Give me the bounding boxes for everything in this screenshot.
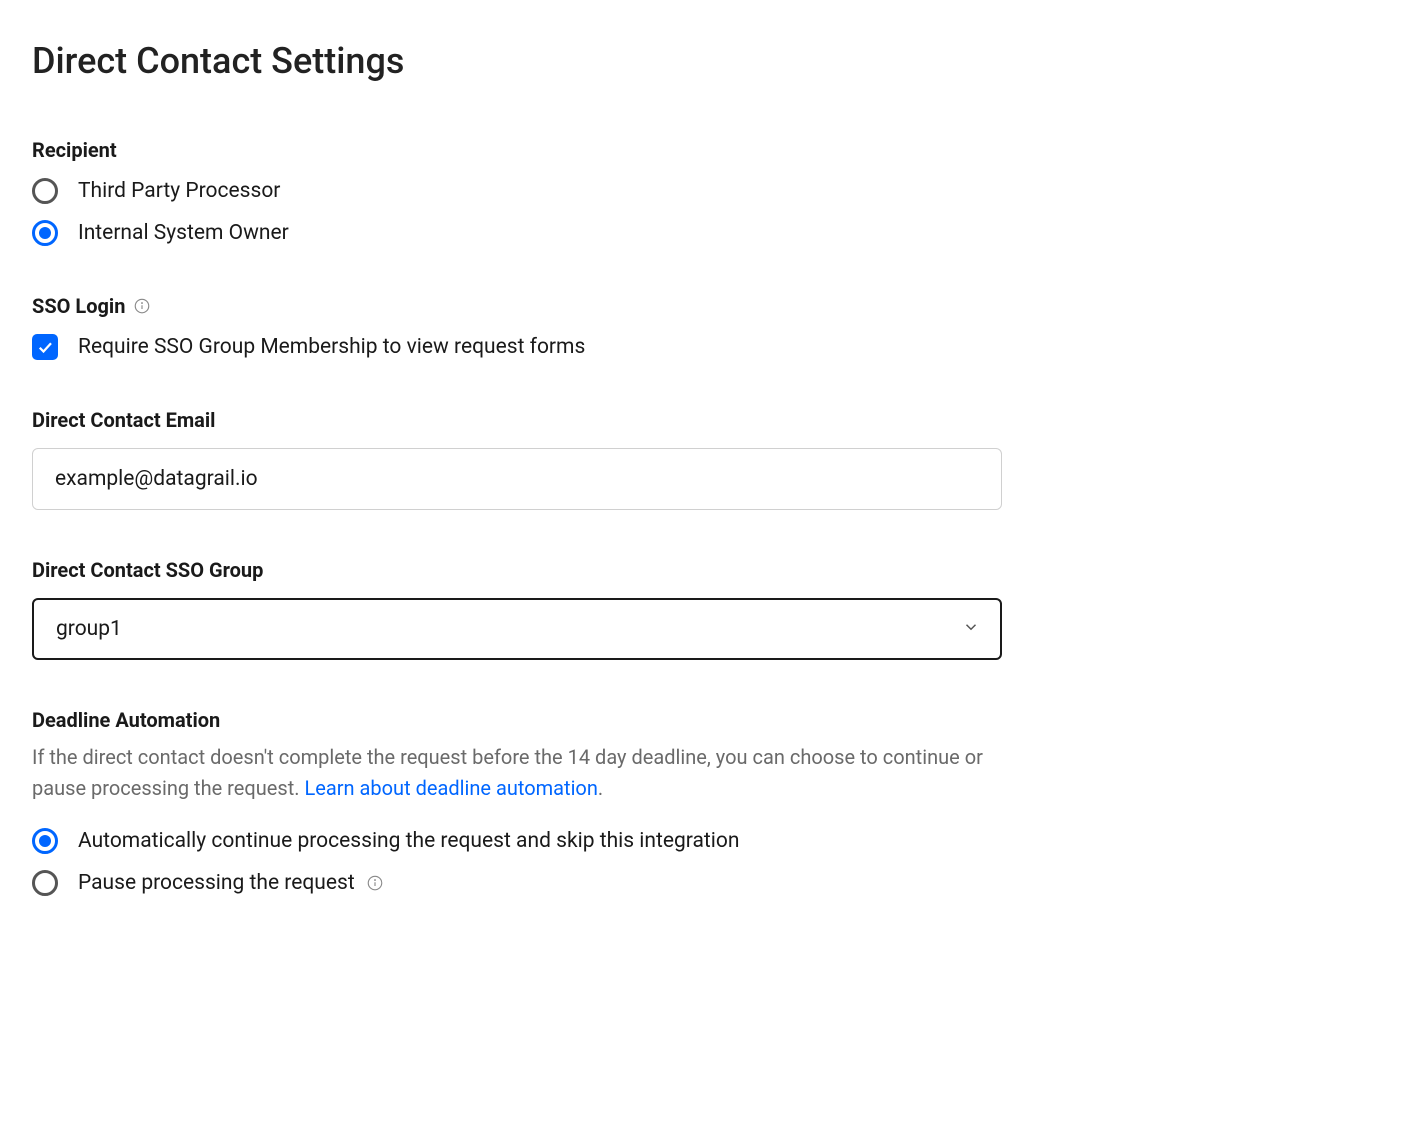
deadline-section: Deadline Automation If the direct contac… xyxy=(32,708,1392,896)
radio-label: Third Party Processor xyxy=(78,179,280,203)
direct-contact-email-input[interactable] xyxy=(32,448,1002,510)
sso-require-checkbox-row[interactable]: Require SSO Group Membership to view req… xyxy=(32,334,1392,360)
email-label: Direct Contact Email xyxy=(32,408,1392,432)
deadline-radio-group: Automatically continue processing the re… xyxy=(32,828,1392,896)
deadline-option-pause[interactable]: Pause processing the request xyxy=(32,870,1392,896)
email-section: Direct Contact Email xyxy=(32,408,1392,510)
radio-icon xyxy=(32,220,58,246)
sso-label-text: SSO Login xyxy=(32,294,125,318)
info-icon[interactable] xyxy=(133,297,151,315)
recipient-section: Recipient Third Party Processor Internal… xyxy=(32,138,1392,246)
learn-about-deadline-link[interactable]: Learn about deadline automation xyxy=(304,776,597,800)
radio-label: Internal System Owner xyxy=(78,221,289,245)
recipient-option-third-party[interactable]: Third Party Processor xyxy=(32,178,1392,204)
deadline-help-text: If the direct contact doesn't complete t… xyxy=(32,742,1002,804)
recipient-label: Recipient xyxy=(32,138,1392,162)
page-title: Direct Contact Settings xyxy=(32,40,1392,82)
checkbox-icon xyxy=(32,334,58,360)
info-icon[interactable] xyxy=(366,874,384,892)
radio-icon xyxy=(32,828,58,854)
sso-group-label: Direct Contact SSO Group xyxy=(32,558,1392,582)
sso-group-select[interactable]: group1 xyxy=(32,598,1002,660)
sso-label: SSO Login xyxy=(32,294,1392,318)
deadline-label: Deadline Automation xyxy=(32,708,1392,732)
radio-icon xyxy=(32,870,58,896)
checkbox-label: Require SSO Group Membership to view req… xyxy=(78,335,585,359)
radio-label: Automatically continue processing the re… xyxy=(78,829,739,853)
radio-icon xyxy=(32,178,58,204)
radio-label: Pause processing the request xyxy=(78,871,384,895)
sso-group-value: group1 xyxy=(56,617,122,641)
deadline-option-continue[interactable]: Automatically continue processing the re… xyxy=(32,828,1392,854)
sso-group-section: Direct Contact SSO Group group1 xyxy=(32,558,1392,660)
recipient-radio-group: Third Party Processor Internal System Ow… xyxy=(32,178,1392,246)
deadline-help-period: . xyxy=(598,776,603,800)
recipient-option-internal[interactable]: Internal System Owner xyxy=(32,220,1392,246)
sso-section: SSO Login Require SSO Group Membership t… xyxy=(32,294,1392,360)
